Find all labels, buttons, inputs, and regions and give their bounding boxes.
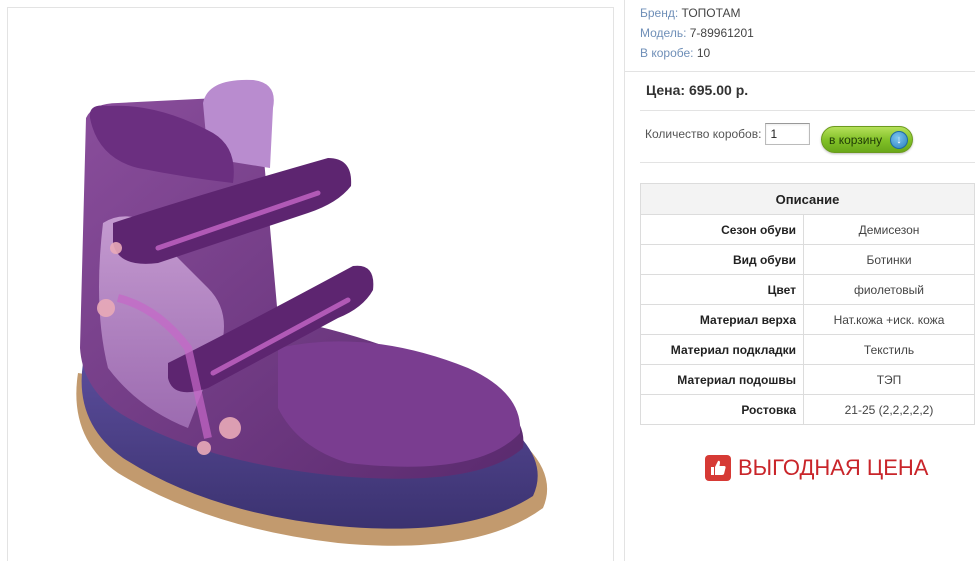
- description-header-row: Описание: [640, 183, 975, 215]
- meta-brand-label: Бренд:: [640, 6, 679, 20]
- meta-box: В коробе: 10: [640, 43, 754, 63]
- spec-value: Ботинки: [803, 244, 975, 275]
- table-row: Вид обуви Ботинки: [640, 244, 975, 275]
- quantity-input[interactable]: [765, 123, 811, 145]
- spec-value: фиолетовый: [803, 274, 975, 305]
- table-row: Сезон обуви Демисезон: [640, 214, 975, 245]
- meta-brand: Бренд: ТОПОТАМ: [640, 3, 754, 23]
- quantity-row: Количество коробов:: [645, 123, 811, 145]
- meta-brand-value: ТОПОТАМ: [681, 6, 741, 20]
- description-title: Описание: [640, 183, 975, 215]
- spec-value: ТЭП: [803, 364, 975, 395]
- down-arrow-circle-icon: ↓: [890, 131, 908, 149]
- spec-value: Нат.кожа +иск. кожа: [803, 304, 975, 335]
- thumbs-up-icon: [705, 455, 731, 481]
- spec-name: Вид обуви: [640, 244, 804, 275]
- table-row: Цвет фиолетовый: [640, 274, 975, 305]
- column-divider: [624, 0, 625, 561]
- spec-value: Демисезон: [803, 214, 975, 245]
- product-price: Цена: 695.00 р.: [646, 82, 749, 98]
- description-table: Описание Сезон обуви Демисезон Вид обуви…: [640, 183, 975, 425]
- spec-name: Материал подкладки: [640, 334, 804, 365]
- table-row: Материал подкладки Текстиль: [640, 334, 975, 365]
- divider-top: [625, 71, 975, 72]
- spec-name: Ростовка: [640, 394, 804, 425]
- product-image: [76, 79, 548, 546]
- divider-price: [640, 110, 975, 111]
- meta-model-label: Модель:: [640, 26, 687, 40]
- spec-name: Материал верха: [640, 304, 804, 335]
- spec-name: Цвет: [640, 274, 804, 305]
- product-image-frame[interactable]: [7, 7, 614, 561]
- divider-order: [640, 162, 975, 163]
- product-meta: Бренд: ТОПОТАМ Модель: 7-89961201 В коро…: [640, 3, 754, 63]
- add-to-cart-button[interactable]: в корзину ↓: [821, 126, 913, 153]
- quantity-label: Количество коробов:: [645, 127, 762, 141]
- add-to-cart-label: в корзину: [829, 132, 883, 147]
- meta-box-value: 10: [696, 46, 711, 60]
- spec-name: Материал подошвы: [640, 364, 804, 395]
- table-row: Ростовка 21-25 (2,2,2,2,2): [640, 394, 975, 425]
- promo-banner[interactable]: ВЫГОДНАЯ ЦЕНА: [705, 455, 928, 481]
- meta-box-label: В коробе:: [640, 46, 694, 60]
- spec-value: Текстиль: [803, 334, 975, 365]
- promo-text: ВЫГОДНАЯ ЦЕНА: [738, 455, 929, 480]
- meta-model-value: 7-89961201: [689, 26, 754, 40]
- spec-value: 21-25 (2,2,2,2,2): [803, 394, 975, 425]
- table-row: Материал верха Нат.кожа +иск. кожа: [640, 304, 975, 335]
- meta-model: Модель: 7-89961201: [640, 23, 754, 43]
- spec-name: Сезон обуви: [640, 214, 804, 245]
- table-row: Материал подошвы ТЭП: [640, 364, 975, 395]
